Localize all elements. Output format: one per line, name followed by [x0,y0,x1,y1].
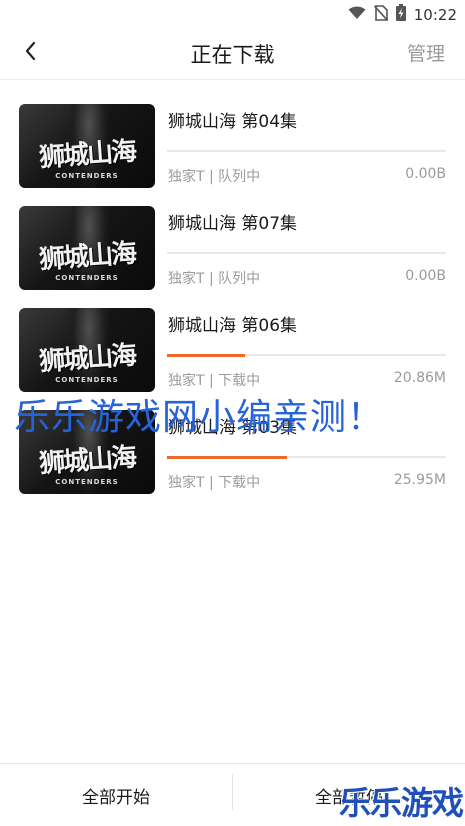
header: 正在下载 管理 [0,26,465,80]
video-thumbnail: 狮城山海 CONTENDERS [19,104,155,188]
wifi-icon [348,5,366,24]
download-status: 独家T | 队列中 [168,271,261,287]
download-size: 0.00B [405,268,446,284]
download-status: 独家T | 下载中 [168,475,261,491]
thumbnail-subtitle: CONTENDERS [55,274,119,282]
thumbnail-subtitle: CONTENDERS [55,376,119,384]
status-icons: 10:22 [348,4,457,25]
episode-title: 狮城山海 第07集 [168,214,298,234]
download-size: 0.00B [405,166,446,182]
no-sim-icon [373,4,388,25]
chevron-left-icon [24,41,38,65]
download-size: 25.95M [393,472,446,488]
thumbnail-title: 狮城山海 [38,442,137,480]
thumbnail-subtitle: CONTENDERS [55,478,119,486]
thumbnail-title: 狮城山海 [38,238,137,276]
battery-charging-icon [395,4,406,25]
status-time: 10:22 [413,5,457,24]
progress-fill [167,353,246,357]
download-status: 独家T | 队列中 [168,169,261,185]
page-title: 正在下载 [190,43,275,67]
video-thumbnail: 狮城山海 CONTENDERS [19,308,155,392]
episode-title: 狮城山海 第04集 [168,112,298,132]
progress-bar [167,150,446,152]
download-status: 独家T | 下载中 [168,373,261,389]
corner-logo: 乐乐游戏 [338,784,464,822]
episode-title: 狮城山海 第06集 [168,316,298,336]
thumbnail-title: 狮城山海 [38,340,137,378]
download-item[interactable]: 狮城山海 CONTENDERS 狮城山海 第04集 独家T | 队列中 0.00… [0,104,465,190]
progress-bar [167,252,446,254]
start-all-button[interactable]: 全部开始 [0,764,232,826]
thumbnail-subtitle: CONTENDERS [55,172,119,180]
download-item[interactable]: 狮城山海 CONTENDERS 狮城山海 第07集 独家T | 队列中 0.00… [0,206,465,292]
watermark-text: 乐乐游戏网小编亲测！ [14,397,385,438]
back-button[interactable] [14,36,48,70]
status-bar: 10:22 [0,0,465,26]
download-size: 20.86M [393,370,446,386]
download-item[interactable]: 狮城山海 CONTENDERS 狮城山海 第06集 独家T | 下载中 20.8… [0,308,465,394]
progress-bar [167,353,446,357]
thumbnail-title: 狮城山海 [38,136,137,174]
manage-button[interactable]: 管理 [407,39,445,66]
video-thumbnail: 狮城山海 CONTENDERS [19,206,155,290]
progress-bar [167,455,446,459]
progress-fill [167,455,287,459]
